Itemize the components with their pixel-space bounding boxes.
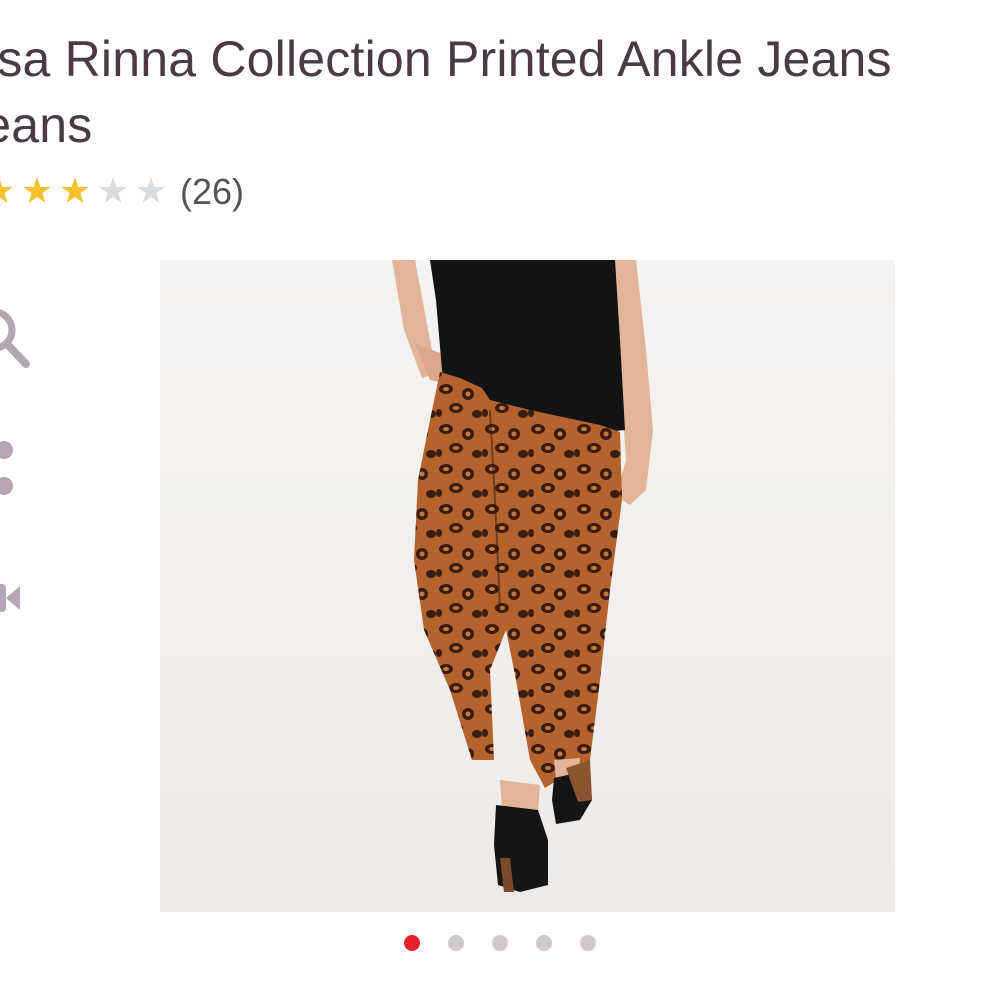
carousel-dot[interactable] [580, 935, 596, 951]
product-title: Lisa Rinna Collection Printed Ankle Jean… [0, 31, 892, 153]
star-icon: ★ [134, 171, 168, 212]
carousel-dot[interactable] [448, 935, 464, 951]
product-image[interactable] [160, 260, 895, 912]
product-page: Lisa Rinna Collection Printed Ankle Jean… [0, 0, 1000, 1000]
star-icon: ★ [96, 171, 130, 212]
search-icon[interactable] [0, 302, 36, 374]
share-icon[interactable] [0, 432, 36, 504]
star-icon: ★ [58, 171, 92, 212]
star-icon: ★ [20, 171, 54, 212]
review-count[interactable]: (26) [180, 171, 244, 213]
carousel-dot[interactable] [492, 935, 508, 951]
video-icon[interactable] [0, 562, 36, 634]
carousel-pagination [0, 935, 1000, 951]
carousel-dot[interactable] [404, 935, 420, 951]
carousel-dot[interactable] [536, 935, 552, 951]
star-rating: ★ ★ ★ ★ ★ [0, 172, 170, 212]
star-icon: ★ [0, 172, 18, 212]
carousel-dot-list [390, 935, 610, 951]
rating-row[interactable]: ★ ★ ★ ★ ★ (26) [0, 170, 244, 214]
